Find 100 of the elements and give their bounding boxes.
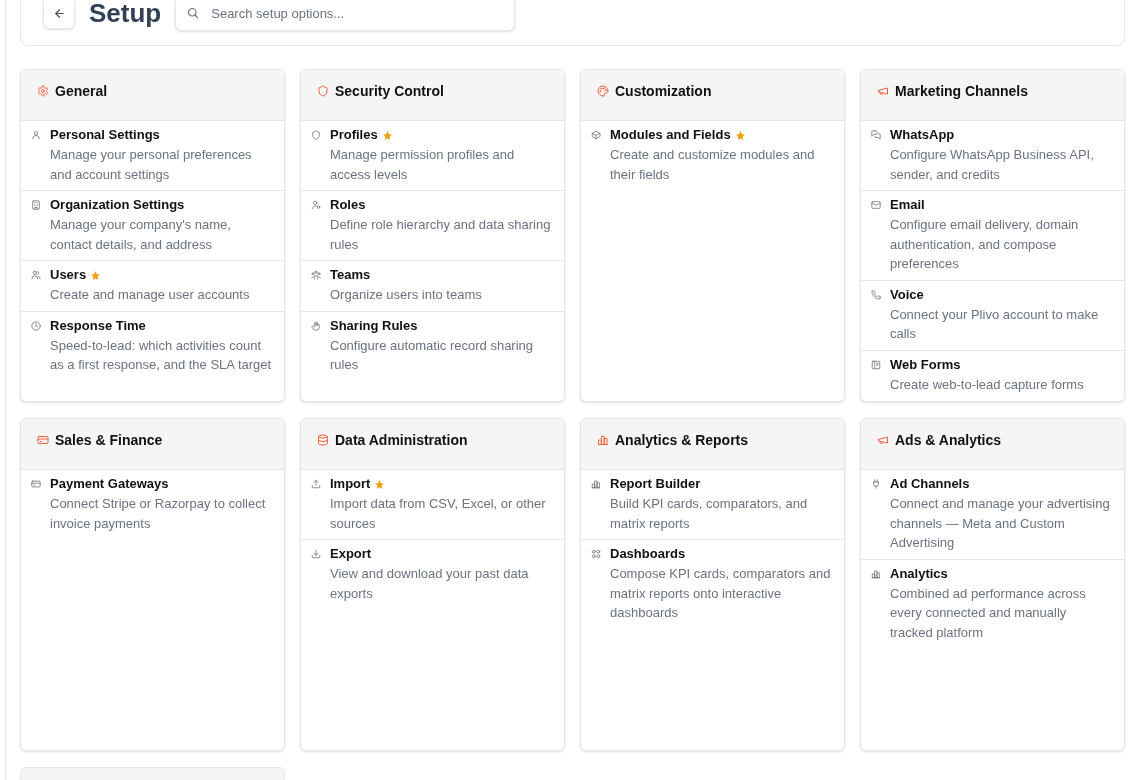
item-title: Roles (330, 196, 366, 214)
search-field[interactable]: Search setup options... (175, 0, 516, 31)
bar-chart-icon (591, 479, 601, 489)
item-title: Report Builder (610, 475, 701, 493)
item-description: Configure automatic record sharing rules (330, 336, 535, 374)
user-cog-icon (311, 200, 321, 210)
settings-item[interactable]: WhatsApp Configure WhatsApp Business API, sender, and credits (861, 121, 1124, 191)
chat-icon (871, 130, 881, 140)
palette-icon (597, 85, 609, 97)
database-icon (317, 434, 329, 446)
item-description: Connect your Plivo account to make calls (890, 305, 1100, 343)
settings-item[interactable]: Email Configure email delivery, domain authentication, and compose preferences (861, 191, 1124, 281)
page-title: Setup (89, 0, 162, 26)
settings-item[interactable]: Analytics Combined ad performance across every connected and manually tracked platform (861, 559, 1124, 648)
settings-item[interactable]: Roles Define role hierarchy and data sharing rules (301, 191, 564, 261)
item-description: Manage your company's name, contact details, and address (50, 216, 232, 254)
item-title: Sharing Rules (330, 316, 418, 335)
item-description: Configure WhatsApp Business API, sender, and credits (890, 146, 1095, 184)
item-title: Analytics (890, 564, 948, 583)
item-title: Export (330, 545, 372, 563)
item-description: Organize users into teams (330, 286, 483, 304)
card-title: Marketing Channels (895, 82, 1029, 101)
settings-item[interactable]: Profiles Manage permission profiles and access levels (301, 121, 564, 191)
download-icon (311, 549, 321, 559)
hand-icon (311, 320, 321, 331)
item-description: Manage your personal preferences and account settings (50, 146, 253, 184)
settings-item[interactable]: Modules and Fields Create and customize modules and their fields (581, 121, 844, 190)
mail-icon (871, 200, 881, 210)
users-icon (31, 270, 41, 280)
item-title: Teams (330, 266, 371, 284)
bar-chart-icon (597, 434, 609, 446)
card-title: Analytics & Reports (615, 431, 749, 450)
item-title: Ad Channels (890, 475, 970, 493)
grid-icon (591, 549, 601, 559)
item-title: Web Forms (890, 355, 961, 374)
settings-item[interactable]: Voice Connect your Plivo account to make calls (861, 280, 1124, 351)
item-title: Users (50, 266, 87, 284)
item-description: Speed-to-lead: which activities count as a first response, and the SLA target (50, 336, 272, 374)
credit-card-icon (31, 479, 41, 489)
card-title: Data Administration (335, 431, 468, 450)
credit-card-icon (37, 434, 49, 446)
item-description: View and download your past data exports (330, 565, 530, 603)
settings-item[interactable]: Users Create and manage user accounts (21, 261, 284, 312)
phone-icon (871, 289, 881, 300)
settings-item[interactable]: Organization Settings Manage your company's name, contact details, and address (21, 191, 284, 261)
item-description: Manage permission profiles and access levels (330, 146, 516, 184)
plug-icon (871, 479, 881, 489)
megaphone-icon (877, 434, 889, 446)
card-title: Customization (615, 82, 712, 101)
team-icon (311, 270, 321, 280)
shield-icon (317, 85, 329, 97)
settings-item[interactable]: Payment Gateways Connect Stripe or Razorpay to collect invoice payments (21, 470, 284, 539)
building-icon (31, 200, 41, 210)
item-description: Create and manage user accounts (50, 286, 251, 304)
shield-icon (311, 130, 321, 140)
back-button[interactable] (43, 0, 75, 29)
settings-item[interactable]: Web Forms Create web-to-lead capture forms (861, 350, 1124, 400)
item-description: Define role hierarchy and data sharing rules (330, 216, 552, 254)
settings-item[interactable]: Response Time Speed-to-lead: which activities count as a first response, and the SLA target (21, 311, 284, 381)
item-description: Connect Stripe or Razorpay to collect invoice payments (50, 495, 267, 533)
form-icon (871, 359, 881, 370)
settings-item[interactable]: Ad Channels Connect and manage your advertising channels — Meta and Custom Advertising (861, 470, 1124, 560)
item-description: Combined ad performance across every connected and manually tracked platform (890, 584, 1087, 642)
item-title: Response Time (50, 316, 146, 335)
item-title: Email (890, 196, 925, 214)
settings-item[interactable]: Report Builder Build KPI cards, comparators, and matrix reports (581, 470, 844, 540)
settings-item[interactable]: Teams Organize users into teams (301, 261, 564, 312)
settings-item[interactable]: Export View and download your past data exports (301, 540, 564, 609)
user-icon (31, 130, 41, 140)
search-icon (187, 7, 200, 19)
item-description: Build KPI cards, comparators, and matrix reports (610, 495, 809, 533)
item-title: Modules and Fields (610, 126, 731, 144)
settings-item[interactable]: Personal Settings Manage your personal preferences and account settings (21, 121, 284, 191)
card-title: General (55, 82, 108, 101)
item-title: Payment Gateways (50, 475, 169, 493)
card-title: Ads & Analytics (895, 431, 1002, 450)
item-title: Dashboards (610, 545, 686, 563)
cube-icon (591, 130, 601, 140)
settings-item[interactable]: Import Import data from CSV, Excel, or other sources (301, 470, 564, 540)
item-description: Create web-to-lead capture forms (890, 375, 1085, 394)
item-description: Import data from CSV, Excel, or other sources (330, 495, 547, 533)
settings-item[interactable]: Dashboards Compose KPI cards, comparators and matrix reports onto interactive dashboards (581, 540, 844, 629)
arrow-left-icon (52, 6, 66, 20)
item-title: WhatsApp (890, 126, 955, 144)
bar-chart-icon (871, 568, 881, 579)
card-title: Sales & Finance (55, 431, 163, 450)
item-title: Profiles (330, 126, 378, 144)
item-description: Configure email delivery, domain authentication, and compose preferences (890, 216, 1080, 273)
card-title: Security Control (335, 82, 444, 101)
item-description: Create and customize modules and their fields (610, 146, 816, 184)
item-title: Organization Settings (50, 196, 185, 214)
upload-icon (311, 479, 321, 489)
item-title: Import (330, 475, 371, 493)
settings-item[interactable]: Sharing Rules Configure automatic record sharing rules (301, 311, 564, 381)
item-title: Voice (890, 285, 924, 304)
gear-icon (37, 85, 49, 97)
megaphone-icon (877, 85, 889, 97)
item-title: Personal Settings (50, 126, 160, 144)
item-description: Connect and manage your advertising channels — Meta and Custom Advertising (890, 495, 1111, 552)
item-description: Compose KPI cards, comparators and matrix reports onto interactive dashboards (610, 565, 832, 622)
